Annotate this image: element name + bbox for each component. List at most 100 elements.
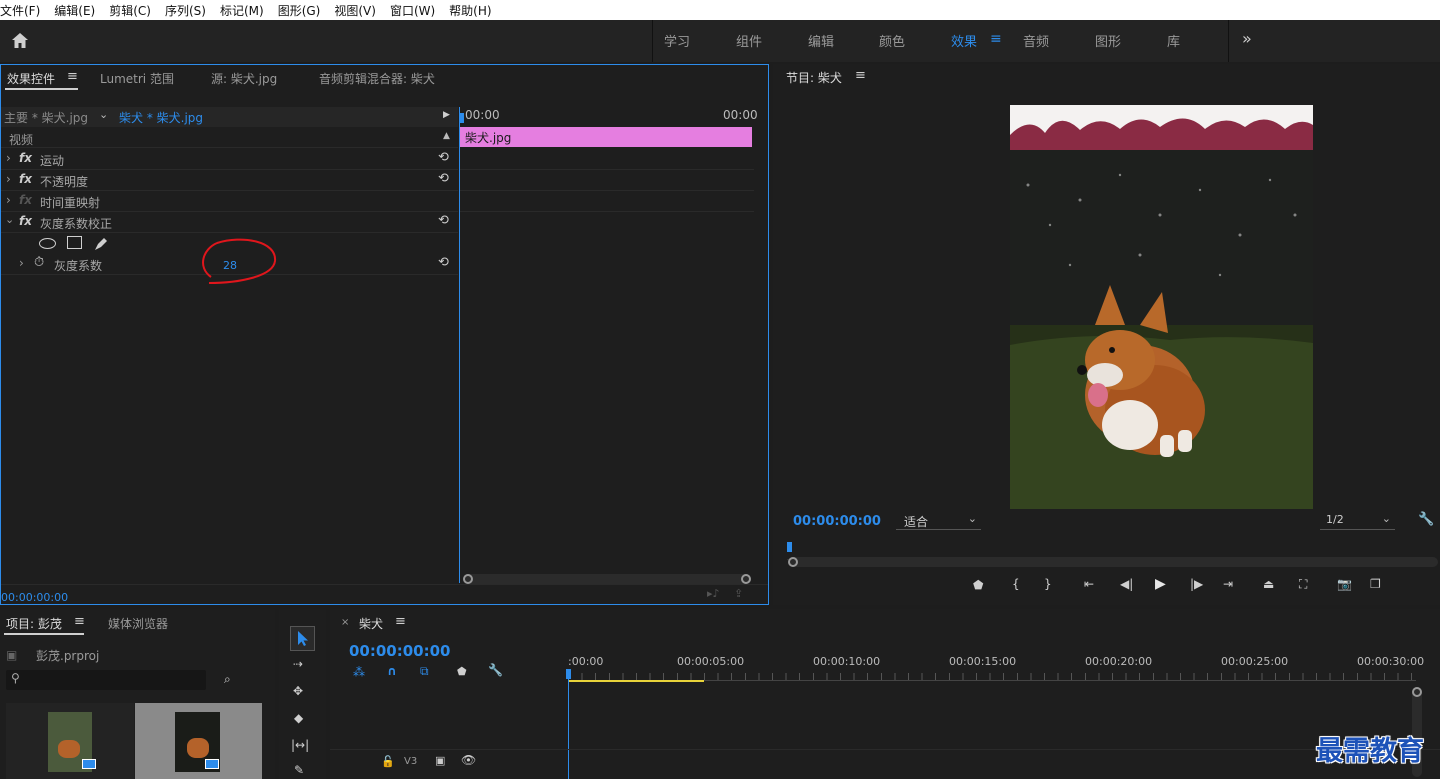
program-timecode[interactable]: 00:00:00:00	[793, 514, 881, 529]
panel-menu-icon[interactable]: ≡	[67, 69, 78, 84]
menu-graphics[interactable]: 图形(G)	[271, 2, 328, 19]
chevron-right-icon[interactable]: ›	[6, 172, 11, 186]
pen-tool-icon[interactable]: ✎	[294, 763, 304, 777]
panel-menu-icon[interactable]: ≡	[74, 614, 85, 629]
fx-icon[interactable]: fx	[19, 214, 32, 228]
menu-file[interactable]: 文件(F)	[0, 2, 47, 19]
program-title[interactable]: 节目: 柴犬	[786, 69, 842, 86]
master-clip-label[interactable]: 主要 * 柴犬.jpg	[4, 109, 88, 126]
mark-out-icon[interactable]: }	[1044, 577, 1052, 591]
chevron-down-icon[interactable]: ⌄	[5, 213, 14, 226]
camera-icon[interactable]: 📷	[1337, 577, 1352, 591]
nest-toggle-icon[interactable]: ⁂	[353, 665, 365, 679]
workspace-libraries[interactable]: 库	[1167, 31, 1180, 50]
lock-icon[interactable]: 🔓	[381, 755, 395, 768]
tab-media-browser[interactable]: 媒体浏览器	[108, 615, 168, 632]
tab-project[interactable]: 项目: 彭茂	[6, 615, 62, 632]
effect-row-gamma[interactable]: ⌄ fx 灰度系数校正 ⟲	[1, 212, 458, 233]
tab-audio-clip-mixer[interactable]: 音频剪辑混合器: 柴犬	[319, 70, 435, 87]
ellipse-mask-icon[interactable]	[39, 238, 56, 249]
workspace-graphics[interactable]: 图形	[1095, 31, 1121, 50]
go-to-out-icon[interactable]: ⇥	[1223, 577, 1233, 591]
chevron-down-icon[interactable]: ⌄	[99, 108, 108, 121]
timeline-playhead[interactable]	[568, 669, 569, 779]
reset-icon[interactable]: ⟲	[438, 171, 449, 186]
more-workspaces-icon[interactable]: »	[1242, 29, 1252, 48]
zoom-scrollbar[interactable]	[463, 574, 751, 584]
step-back-icon[interactable]: ◀|	[1120, 577, 1133, 591]
lift-icon[interactable]: ⏏	[1263, 577, 1274, 591]
workspace-audio[interactable]: 音频	[1023, 31, 1049, 50]
ripple-edit-tool-icon[interactable]: ✥	[293, 684, 303, 698]
effect-row-motion[interactable]: › fx 运动 ⟲	[1, 149, 458, 170]
sequence-tab[interactable]: 柴犬	[359, 615, 383, 632]
media-thumbnail[interactable]	[6, 703, 134, 779]
effect-row-opacity[interactable]: › fx 不透明度 ⟲	[1, 170, 458, 191]
slip-tool-icon[interactable]: |↔|	[291, 738, 309, 752]
go-to-in-icon[interactable]: ⇤	[1084, 577, 1094, 591]
linked-selection-icon[interactable]: ⧉	[420, 664, 429, 679]
workspace-learn[interactable]: 学习	[664, 31, 690, 50]
step-forward-icon[interactable]: |▶	[1190, 577, 1203, 591]
home-icon[interactable]	[11, 32, 29, 49]
menu-markers[interactable]: 标记(M)	[213, 2, 271, 19]
play-triangle-icon[interactable]: ▶	[443, 110, 450, 120]
workspace-assembly[interactable]: 组件	[736, 31, 762, 50]
chevron-right-icon[interactable]: ›	[6, 193, 11, 207]
track-select-tool-icon[interactable]: ⇢	[293, 657, 303, 671]
timeline-timecode[interactable]: 00:00:00:00	[349, 642, 451, 660]
rectangle-mask-icon[interactable]	[67, 236, 82, 249]
settings-wrench-icon[interactable]: 🔧	[488, 663, 503, 677]
toggle-sync-icon[interactable]: ▣	[435, 754, 445, 767]
snap-icon[interactable]: ∩	[387, 664, 397, 678]
mini-timeline-clip[interactable]: 柴犬.jpg	[460, 127, 752, 147]
tab-lumetri-scopes[interactable]: Lumetri 范围	[100, 70, 174, 87]
pen-mask-icon[interactable]	[93, 236, 109, 251]
extract-icon[interactable]: ⛶	[1299, 577, 1307, 592]
eye-icon[interactable]: 👁	[461, 753, 476, 767]
tab-effect-controls[interactable]: 效果控件	[7, 70, 55, 87]
tab-source[interactable]: 源: 柴犬.jpg	[211, 70, 277, 87]
effect-row-time-remap[interactable]: › fx 时间重映射	[1, 191, 458, 212]
collapse-up-icon[interactable]: ▲	[443, 131, 450, 141]
effect-controls-timecode[interactable]: 00:00:00:00	[1, 591, 68, 604]
menu-view[interactable]: 视图(V)	[327, 2, 383, 19]
reset-icon[interactable]: ⟲	[438, 213, 449, 228]
reset-icon[interactable]: ⟲	[438, 255, 449, 270]
find-icon[interactable]: ⌕	[224, 672, 231, 687]
program-scrollbar[interactable]	[788, 557, 1438, 567]
hamburger-menu-icon[interactable]: ≡	[990, 31, 1002, 47]
video-frame[interactable]	[1010, 105, 1313, 509]
playhead-marker[interactable]	[459, 113, 464, 123]
audio-render-icon[interactable]: ▸♪	[707, 587, 720, 600]
work-area-bar[interactable]	[568, 680, 704, 682]
menu-help[interactable]: 帮助(H)	[442, 2, 498, 19]
panel-menu-icon[interactable]: ≡	[855, 68, 866, 83]
media-thumbnail-selected[interactable]	[135, 703, 262, 779]
resolution-dropdown[interactable]: 1/2 ⌄	[1320, 512, 1395, 530]
fx-icon[interactable]: fx	[19, 151, 32, 165]
workspace-effects[interactable]: 效果	[951, 31, 977, 50]
sequence-clip-label[interactable]: 柴犬 * 柴犬.jpg	[119, 109, 203, 126]
mark-in-icon[interactable]: {	[1012, 577, 1020, 591]
reset-icon[interactable]: ⟲	[438, 150, 449, 165]
add-marker-icon[interactable]: ⬟	[457, 665, 467, 678]
close-icon[interactable]: ×	[341, 617, 349, 628]
panel-menu-icon[interactable]: ≡	[395, 614, 406, 629]
comparison-view-icon[interactable]: ❐	[1370, 577, 1381, 591]
track-label[interactable]: V3	[404, 756, 417, 767]
fx-icon[interactable]: fx	[19, 172, 32, 186]
timeline-playhead-head[interactable]	[566, 669, 571, 679]
workspace-color[interactable]: 颜色	[879, 31, 905, 50]
export-icon[interactable]: ⇪	[734, 587, 743, 600]
add-marker-icon[interactable]: ⬟	[973, 578, 983, 592]
selection-tool-icon[interactable]	[290, 626, 315, 651]
play-icon[interactable]: ▶	[1155, 576, 1166, 592]
workspace-editing[interactable]: 编辑	[808, 31, 834, 50]
chevron-right-icon[interactable]: ›	[6, 151, 11, 165]
chevron-right-icon[interactable]: ›	[19, 256, 24, 270]
stopwatch-icon[interactable]: ⏱	[34, 255, 44, 270]
search-input[interactable]: ⚲	[6, 670, 206, 690]
menu-edit[interactable]: 编辑(E)	[47, 2, 102, 19]
razor-tool-icon[interactable]: ◆	[294, 711, 303, 725]
